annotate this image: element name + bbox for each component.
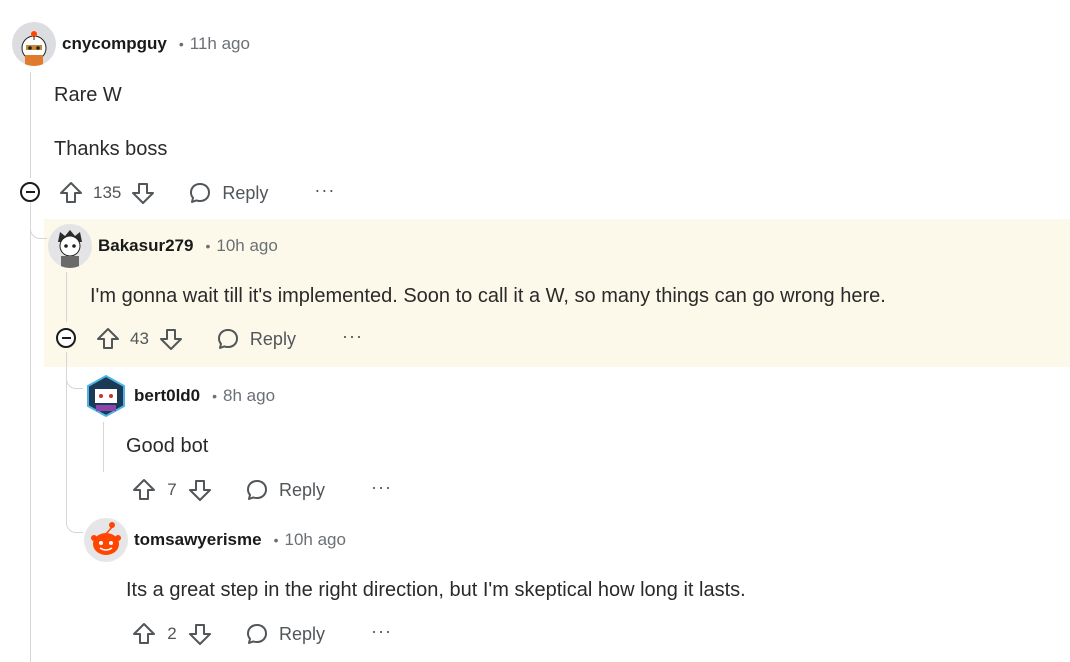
downvote-icon[interactable] (158, 326, 184, 352)
thread-elbow-bakasur (30, 200, 47, 239)
comment-header-cnycompguy: cnycompguy • 11h ago (12, 22, 250, 66)
timestamp[interactable]: 11h ago (190, 34, 250, 54)
username[interactable]: Bakasur279 (98, 236, 193, 256)
more-options-button[interactable]: ··· (371, 622, 392, 642)
comment-actions: 43 Reply ··· (95, 324, 363, 354)
reply-label: Reply (279, 479, 326, 500)
avatar[interactable] (12, 22, 56, 66)
reply-button[interactable]: Reply (216, 327, 296, 351)
upvote-icon[interactable] (58, 180, 84, 206)
downvote-icon[interactable] (130, 180, 156, 206)
comment-body-line: Good bot (126, 435, 209, 457)
reply-button[interactable]: Reply (245, 622, 325, 646)
comment-actions: 7 Reply ··· (131, 475, 392, 505)
reply-label: Reply (222, 182, 269, 203)
upvote-icon[interactable] (131, 477, 157, 503)
reply-icon (247, 480, 267, 500)
comment-body-line: Thanks boss (54, 138, 168, 160)
timestamp[interactable]: 10h ago (284, 530, 345, 550)
username[interactable]: bert0ld0 (134, 386, 200, 406)
comment-actions: 135 Reply ··· (58, 178, 335, 208)
username[interactable]: tomsawyerisme (134, 530, 262, 550)
vote-score: 43 (130, 329, 149, 348)
reply-button[interactable]: Reply (245, 478, 325, 502)
thread-rail-level-1-lower (30, 206, 31, 662)
reply-label: Reply (249, 328, 296, 349)
collapse-thread-button[interactable] (20, 182, 40, 202)
reply-icon (190, 183, 211, 203)
comment-body-line: Its a great step in the right direction,… (126, 579, 746, 601)
more-options-button[interactable]: ··· (314, 181, 335, 201)
avatar[interactable] (84, 518, 128, 562)
meta-separator: • (178, 36, 184, 52)
upvote-icon[interactable] (131, 621, 157, 647)
comment-header-bakasur279: Bakasur279 • 10h ago (48, 224, 278, 268)
meta-separator: • (205, 238, 211, 254)
meta-separator: • (212, 388, 218, 404)
timestamp[interactable]: 10h ago (216, 236, 277, 256)
reply-button[interactable]: Reply (188, 181, 268, 205)
comment-actions: 2 Reply ··· (131, 619, 392, 649)
avatar[interactable] (48, 224, 92, 268)
thread-rail-level-1 (30, 72, 31, 178)
vote-score: 2 (167, 624, 177, 643)
vote-score: 7 (167, 480, 177, 499)
comment-header-bert0ld0: bert0ld0 • 8h ago (84, 374, 275, 418)
thread-rail-bert (103, 422, 104, 472)
more-options-button[interactable]: ··· (342, 327, 363, 347)
thread-rail-level-2 (66, 272, 67, 322)
reply-icon (247, 624, 267, 644)
comment-body-line: Rare W (54, 84, 122, 106)
timestamp[interactable]: 8h ago (223, 386, 275, 406)
thread-elbow-tomsawyer (66, 500, 83, 533)
more-options-button[interactable]: ··· (371, 478, 392, 498)
downvote-icon[interactable] (187, 621, 213, 647)
downvote-icon[interactable] (187, 477, 213, 503)
vote-score: 135 (93, 183, 122, 202)
upvote-icon[interactable] (95, 326, 121, 352)
meta-separator: • (273, 532, 279, 548)
comment-body-line: I'm gonna wait till it's implemented. So… (90, 285, 886, 307)
reply-label: Reply (279, 623, 326, 644)
collapse-thread-button[interactable] (56, 328, 76, 348)
username[interactable]: cnycompguy (62, 34, 167, 54)
reply-icon (217, 329, 238, 349)
comment-header-tomsawyerisme: tomsawyerisme • 10h ago (84, 518, 346, 562)
avatar[interactable] (84, 374, 128, 418)
thread-elbow-bert (66, 352, 83, 389)
comment-thread: cnycompguy • 11h ago Rare W Thanks boss … (0, 0, 1070, 662)
